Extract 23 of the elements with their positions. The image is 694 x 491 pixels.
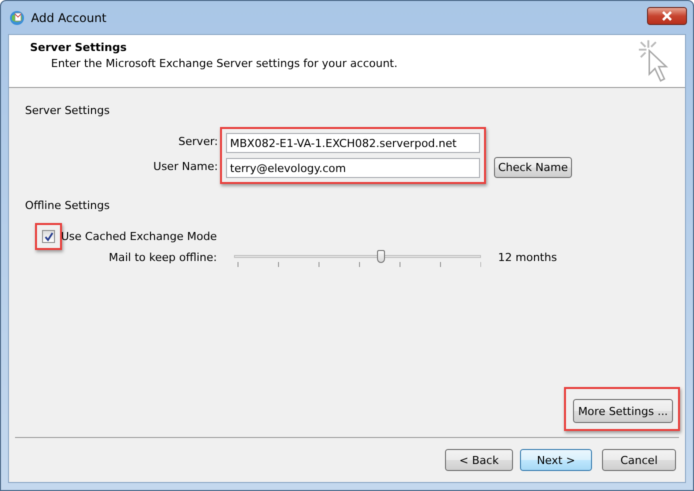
close-icon [661,10,673,20]
dialog-button[interactable]: Cancel [602,449,676,471]
section-heading: Server Settings [25,104,111,118]
input-field[interactable]: MBX082-E1-VA-1.EXCH082.serverpod.net [226,133,480,153]
check-name-button[interactable]: Check Name [494,157,572,178]
field-label: Server: [177,134,218,150]
checkbox-label: Use Cached Exchange Mode [61,230,217,243]
checkbox[interactable] [42,230,55,243]
page-description: Enter the Microsoft Exchange Server settings for your account. [51,57,398,70]
page-heading: Server Settings [30,41,128,54]
slider-value: 12 months [498,250,557,266]
dialog-button[interactable]: < Back [445,449,513,471]
section-heading: Offline Settings [25,199,111,213]
globe-mail-icon [9,10,25,26]
dialog-button[interactable]: Next > [520,449,592,471]
more-settings-button[interactable]: More Settings ... [573,399,673,423]
close-button[interactable] [647,6,687,24]
slider-label: Mail to keep offline: [108,250,217,266]
slider-thumb[interactable] [377,250,386,263]
input-field[interactable]: terry@elevology.com [226,158,480,178]
cursor-click-icon [637,38,671,84]
field-label: User Name: [152,159,218,175]
window-title: Add Account [31,10,106,24]
